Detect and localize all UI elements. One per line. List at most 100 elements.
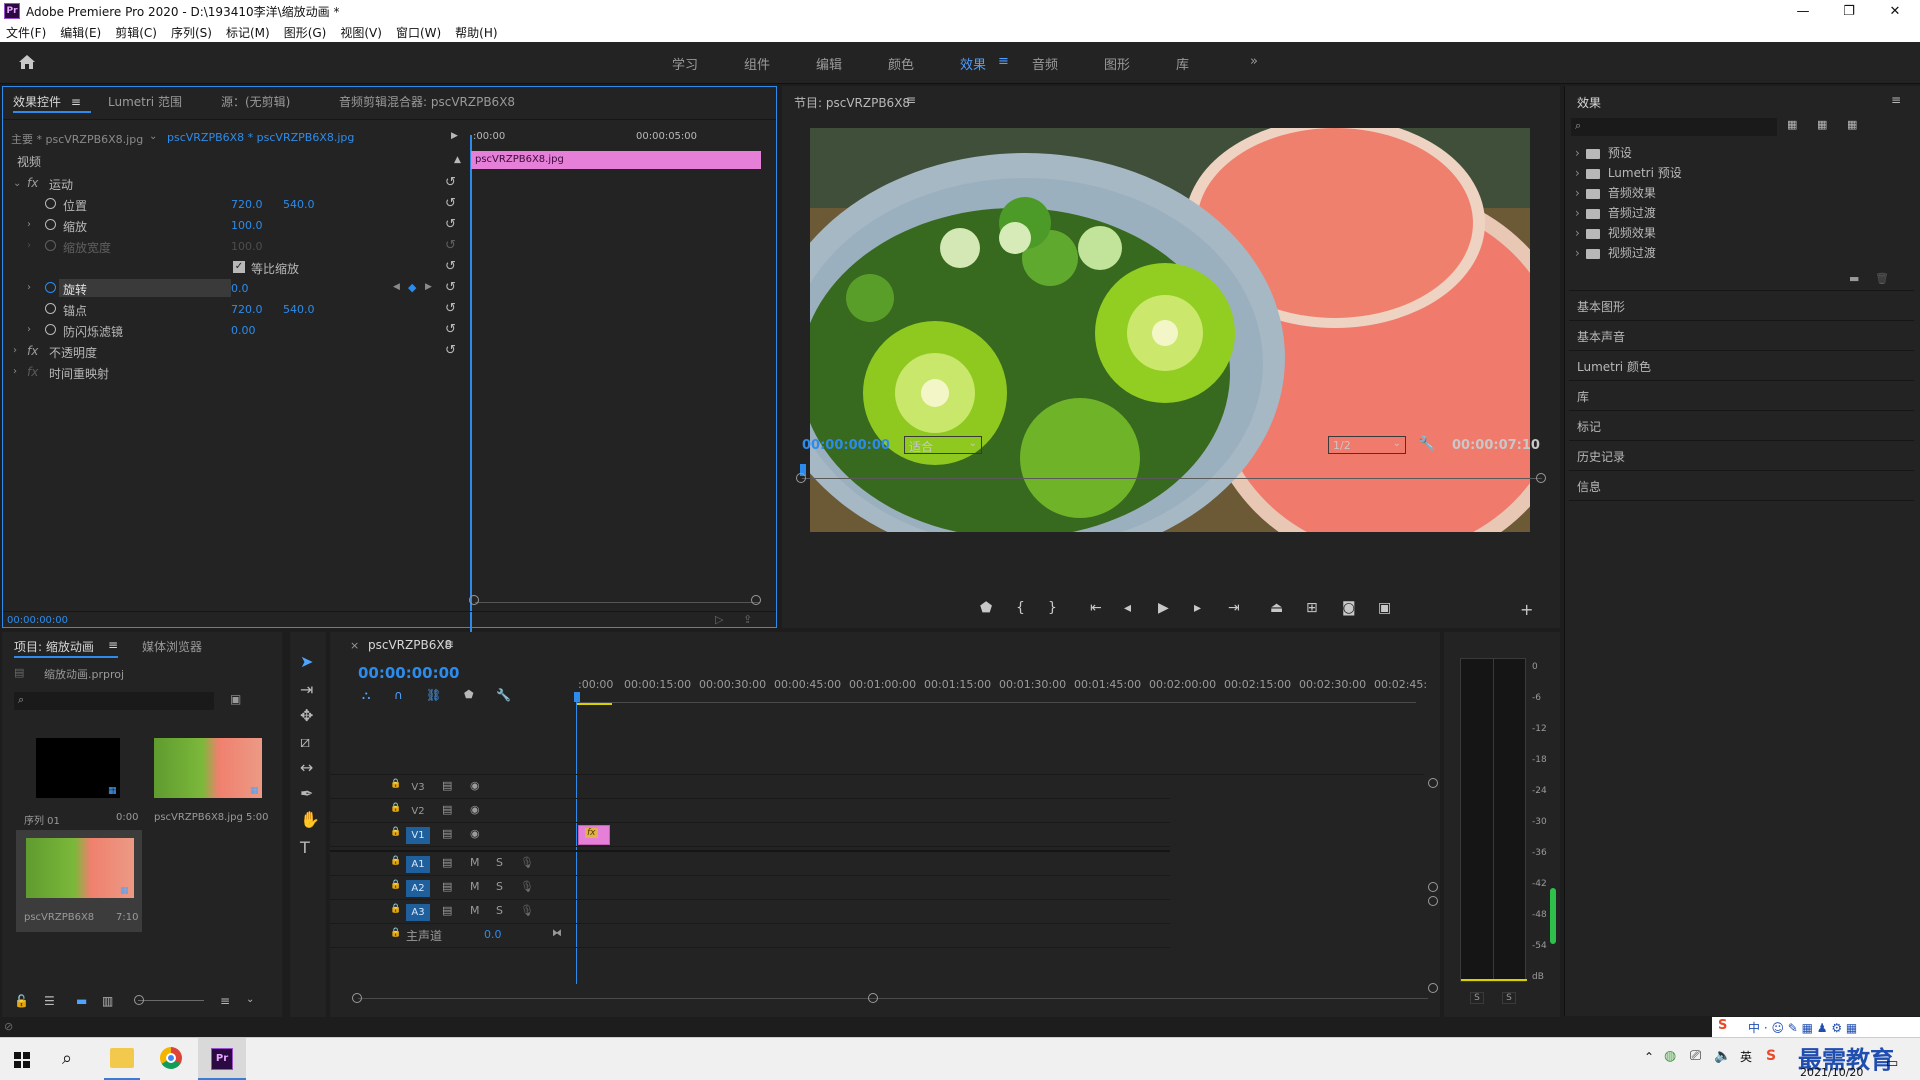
solo-button[interactable]: S: [496, 856, 503, 869]
essential-graphics-section[interactable]: 基本图形: [1577, 298, 1625, 315]
panel-menu-icon[interactable]: ≡: [71, 95, 81, 109]
hscroll-handle-right[interactable]: [868, 993, 878, 1003]
reset-icon[interactable]: ↺: [445, 259, 456, 274]
timeline-playhead-handle[interactable]: [574, 692, 580, 702]
stopwatch-icon[interactable]: [45, 303, 56, 314]
nest-icon[interactable]: ⛬: [362, 688, 370, 703]
lift-button[interactable]: ⏏: [1270, 600, 1283, 616]
voiceover-mic-icon[interactable]: 🎙: [520, 904, 534, 917]
timeline-clip-v1[interactable]: fx: [578, 825, 610, 845]
razor-tool-icon[interactable]: ⧄: [300, 732, 310, 752]
next-keyframe-icon[interactable]: ▶: [425, 282, 432, 292]
input-method-icon[interactable]: 英: [1740, 1048, 1752, 1065]
track-lock-icon[interactable]: 🔒: [390, 779, 401, 789]
add-keyframe-icon[interactable]: ◆: [408, 281, 416, 294]
timeline-timecode[interactable]: 00:00:00:00: [358, 664, 460, 682]
mute-button[interactable]: M: [470, 904, 480, 917]
track-v3[interactable]: 🔒 V3 ▤ ◉: [330, 775, 1170, 799]
track-v3-label[interactable]: V3: [406, 779, 430, 796]
scroll-handle-left[interactable]: [469, 595, 479, 605]
toggle-sync-icon[interactable]: ▤: [442, 779, 452, 792]
timeline-horizontal-scrollbar[interactable]: [358, 998, 1428, 999]
effects-search-input[interactable]: ⌕: [1571, 118, 1777, 136]
premiere-taskbar-button[interactable]: Pr: [198, 1038, 246, 1080]
tray-app-icon[interactable]: ◍: [1664, 1048, 1676, 1064]
reset-icon[interactable]: ↺: [445, 343, 456, 358]
chevron-right-icon[interactable]: ›: [27, 324, 31, 335]
panel-menu-icon[interactable]: ≡: [444, 637, 454, 651]
32bit-effects-icon[interactable]: ▦: [1817, 118, 1827, 131]
scrub-handle-right[interactable]: [1536, 473, 1546, 483]
workspace-menu-icon[interactable]: ≡: [998, 54, 1009, 69]
rotation-value[interactable]: 0.0: [231, 282, 249, 295]
panel-menu-icon[interactable]: ≡: [906, 93, 916, 107]
info-section[interactable]: 信息: [1577, 478, 1601, 495]
ec-zoom-scrollbar[interactable]: [475, 602, 759, 603]
workspace-graphics[interactable]: 图形: [1104, 54, 1130, 73]
menu-help[interactable]: 帮助(H): [455, 24, 497, 41]
menu-window[interactable]: 窗口(W): [396, 24, 441, 41]
hand-tool-icon[interactable]: ✋: [300, 810, 320, 829]
trash-icon[interactable]: 🗑: [1875, 272, 1889, 285]
search-icon[interactable]: ⌕: [62, 1048, 72, 1069]
solo-button[interactable]: S: [496, 880, 503, 893]
chevron-right-icon[interactable]: ›: [27, 282, 31, 293]
close-sequence-icon[interactable]: ×: [350, 639, 359, 652]
video-scroll-handle-top[interactable]: [1428, 778, 1438, 788]
track-lock-icon[interactable]: 🔒: [390, 827, 401, 837]
position-y-value[interactable]: 540.0: [283, 198, 315, 211]
ime-status-icons[interactable]: 中 · ☺ ✎ ▦ ♟ ⚙ ▦: [1748, 1019, 1857, 1036]
chevron-down-icon[interactable]: ⌄: [13, 178, 21, 189]
menu-view[interactable]: 视图(V): [340, 24, 382, 41]
voiceover-mic-icon[interactable]: 🎙: [520, 880, 534, 893]
network-icon[interactable]: ⎚: [1690, 1048, 1701, 1064]
fit-dropdown[interactable]: 适合 ⌄: [904, 436, 982, 454]
track-select-tool-icon[interactable]: ⇥: [300, 680, 313, 699]
sequence-tab[interactable]: pscVRZPB6X8: [368, 638, 452, 652]
program-scrub-bar[interactable]: [802, 478, 1542, 479]
solo-button[interactable]: S: [496, 904, 503, 917]
zoom-slider-handle[interactable]: [134, 995, 144, 1005]
effects-tree-presets[interactable]: › 预设: [1575, 144, 1632, 161]
track-v1[interactable]: 🔒 V1 ▤ ◉ fx: [330, 823, 1170, 847]
chrome-icon[interactable]: [160, 1047, 182, 1069]
reset-icon[interactable]: ↺: [445, 217, 456, 232]
anchor-y-value[interactable]: 540.0: [283, 303, 315, 316]
track-lock-icon[interactable]: 🔒: [390, 904, 401, 914]
home-icon[interactable]: [18, 54, 36, 70]
ripple-edit-tool-icon[interactable]: ✥: [300, 706, 313, 725]
prev-keyframe-icon[interactable]: ◀: [393, 282, 400, 292]
stopwatch-icon[interactable]: [45, 219, 56, 230]
toggle-sync-icon[interactable]: ▤: [442, 880, 452, 893]
windows-start-icon[interactable]: [14, 1052, 30, 1068]
list-view-icon[interactable]: ☰: [44, 994, 55, 1008]
play-audio-icon[interactable]: ▷: [715, 613, 723, 626]
menu-file[interactable]: 文件(F): [6, 24, 46, 41]
menu-sequence[interactable]: 序列(S): [171, 24, 212, 41]
zoom-slider[interactable]: [138, 1000, 204, 1001]
effects-tree-video-transitions[interactable]: › 视频过渡: [1575, 244, 1656, 261]
program-monitor-title[interactable]: 节目: pscVRZPB6X8: [794, 94, 910, 111]
program-video-frame[interactable]: [810, 128, 1530, 532]
chevron-right-icon[interactable]: ›: [13, 345, 17, 356]
scroll-handle-right[interactable]: [751, 595, 761, 605]
mute-button[interactable]: M: [470, 856, 480, 869]
voiceover-mic-icon[interactable]: 🎙: [520, 856, 534, 869]
track-lock-icon[interactable]: 🔒: [390, 856, 401, 866]
menu-clip[interactable]: 剪辑(C): [115, 24, 157, 41]
markers-section[interactable]: 标记: [1577, 418, 1601, 435]
chevron-up-icon[interactable]: ⌃: [1644, 1050, 1654, 1064]
settings-wrench-icon[interactable]: 🔧: [1418, 436, 1435, 452]
master-volume-value[interactable]: 0.0: [484, 928, 502, 941]
type-tool-icon[interactable]: T: [300, 838, 310, 857]
toggle-visibility-eye-icon[interactable]: ◉: [470, 827, 480, 840]
export-icon[interactable]: ⇪: [743, 613, 752, 626]
history-section[interactable]: 历史记录: [1577, 448, 1625, 465]
work-area-bar[interactable]: [576, 703, 612, 705]
freeform-view-icon[interactable]: ▥: [102, 994, 113, 1008]
toggle-sync-icon[interactable]: ▤: [442, 803, 452, 816]
anti-flicker-value[interactable]: 0.00: [231, 324, 256, 337]
timeline-ruler[interactable]: [576, 702, 1416, 703]
track-a1-label[interactable]: A1: [406, 856, 430, 873]
collapse-video-icon[interactable]: ▲: [454, 155, 461, 165]
